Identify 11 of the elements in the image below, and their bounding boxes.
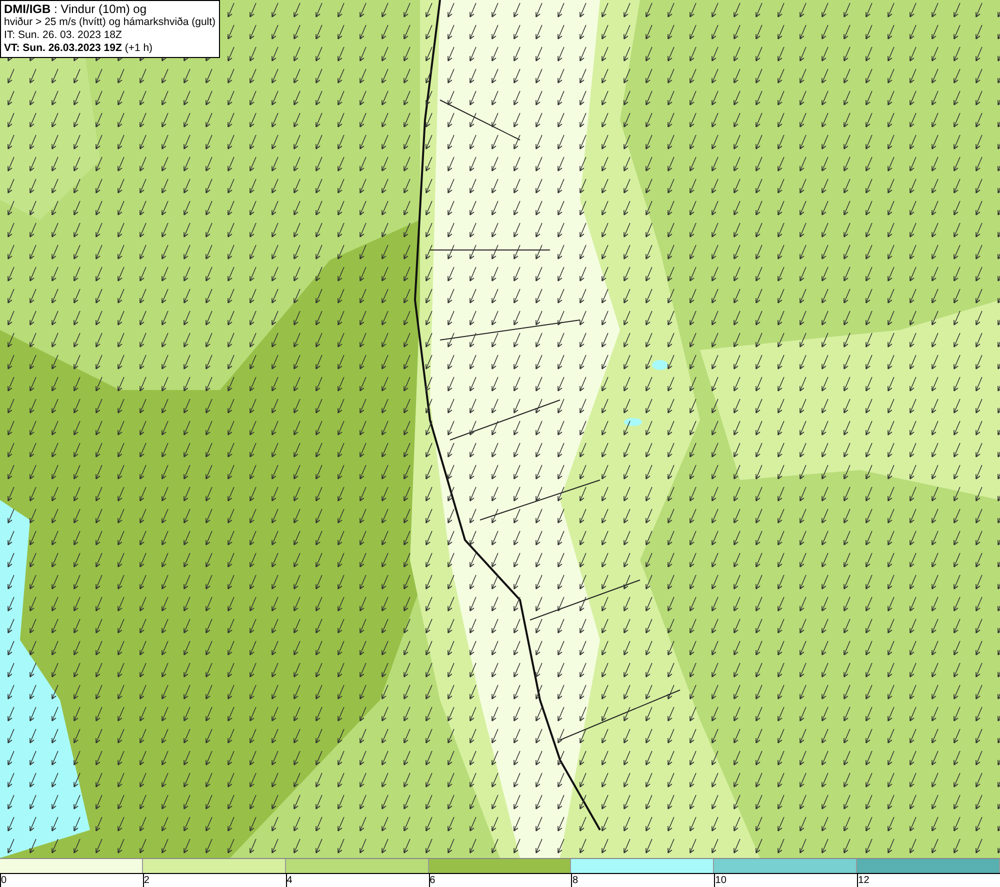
map-info-text: IT: Sun. 26. 03. 2023 18Z	[4, 29, 123, 42]
map-info-text: hviður > 25 m/s (hvítt) og hámarkshviða (gult)	[4, 16, 216, 29]
legend-tick-label: 4	[286, 875, 292, 886]
legend-tick-label: 8	[572, 875, 578, 886]
legend-tick-label: 2	[144, 875, 150, 886]
legend-tick-label: 10	[715, 875, 726, 886]
legend-tick-label: 12	[858, 875, 870, 886]
map-info-text: VT: Sun. 26.03.2023 19Z (+1 h)	[4, 42, 154, 55]
legend-tick-label: 6	[430, 875, 436, 886]
map-info-text: DMI/IGB : Vindur (10m) og	[4, 3, 148, 16]
legend-tick-label: 0	[1, 875, 7, 886]
